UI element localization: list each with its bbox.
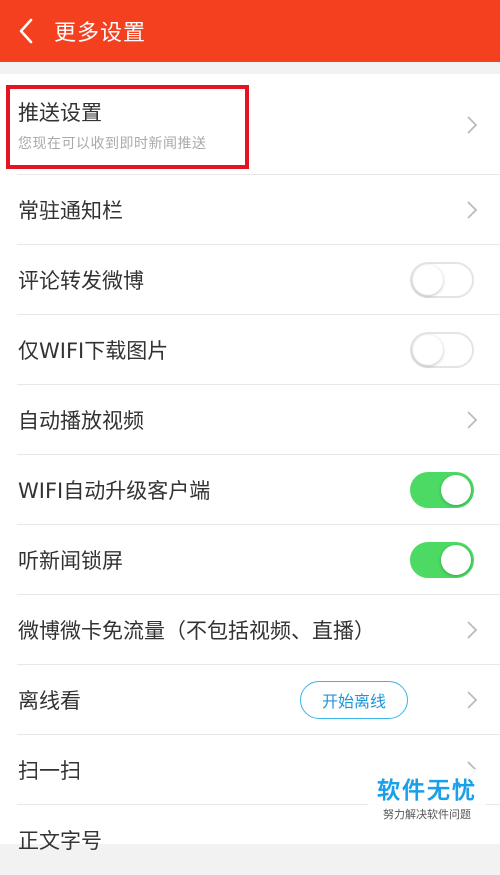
settings-row-wifi-auto-update: WIFI自动升级客户端 (0, 455, 500, 525)
watermark-subtitle: 努力解决软件问题 (383, 807, 471, 821)
row-label: 自动播放视频 (18, 409, 144, 433)
settings-row-lockscreen: 听新闻锁屏 (0, 525, 500, 595)
toggle-knob (441, 475, 471, 505)
chevron-right-icon (467, 621, 478, 639)
row-label: 微博微卡免流量（不包括视频、直播） (18, 619, 375, 643)
toggle-knob (413, 265, 443, 295)
chevron-right-icon (467, 691, 478, 709)
chevron-right-icon (467, 201, 478, 219)
push-settings-row[interactable]: 推送设置 您现在可以收到即时新闻推送 (0, 74, 500, 175)
wifi-auto-update-toggle[interactable] (410, 472, 474, 508)
push-settings-label: 推送设置 (18, 100, 102, 125)
row-label: 评论转发微博 (18, 269, 144, 293)
wifi-images-toggle[interactable] (410, 332, 474, 368)
toggle-knob (413, 335, 443, 365)
back-arrow-icon[interactable] (4, 0, 48, 62)
row-label: 扫一扫 (18, 759, 81, 783)
chevron-right-icon (467, 115, 478, 134)
push-settings-subtitle: 您现在可以收到即时新闻推送 (18, 135, 207, 152)
row-label: 常驻通知栏 (18, 199, 123, 223)
chevron-right-icon (467, 411, 478, 429)
watermark: 软件无忧 努力解决软件问题 (368, 769, 486, 823)
settings-list: 推送设置 您现在可以收到即时新闻推送 常驻通知栏 评论转发微博 仅WIFI下载图… (0, 74, 500, 853)
row-label: 离线看 (18, 689, 81, 713)
row-label: WIFI自动升级客户端 (18, 479, 211, 503)
settings-row-wifi-images: 仅WIFI下载图片 (0, 315, 500, 385)
lockscreen-toggle[interactable] (410, 542, 474, 578)
row-label: 仅WIFI下载图片 (18, 339, 169, 363)
settings-row-comment-repost: 评论转发微博 (0, 245, 500, 315)
page-title: 更多设置 (54, 21, 147, 46)
settings-row-offline[interactable]: 离线看 开始离线 (0, 665, 500, 735)
settings-row-notification-bar[interactable]: 常驻通知栏 (0, 175, 500, 245)
row-label: 听新闻锁屏 (18, 549, 123, 573)
comment-repost-toggle[interactable] (410, 262, 474, 298)
settings-row-autoplay-video[interactable]: 自动播放视频 (0, 385, 500, 455)
toggle-knob (441, 545, 471, 575)
watermark-title: 软件无忧 (377, 777, 477, 804)
start-offline-button[interactable]: 开始离线 (300, 681, 408, 719)
row-label: 正文字号 (18, 829, 102, 853)
settings-row-free-data[interactable]: 微博微卡免流量（不包括视频、直播） (0, 595, 500, 665)
header-bar: 更多设置 (0, 0, 500, 62)
